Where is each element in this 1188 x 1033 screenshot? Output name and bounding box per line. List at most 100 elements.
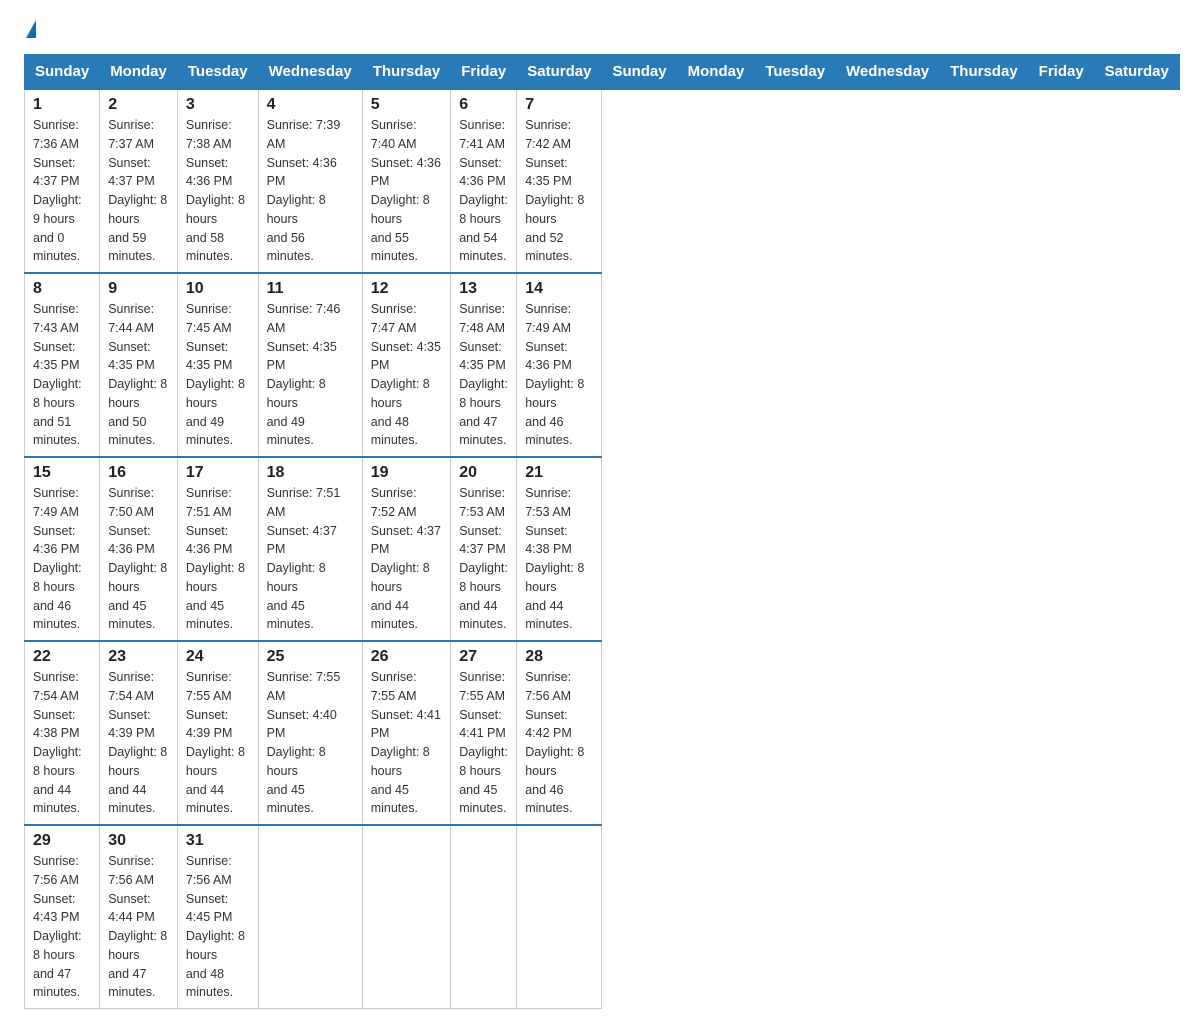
logo-triangle-icon	[26, 20, 36, 38]
calendar-day-cell: 3 Sunrise: 7:38 AMSunset: 4:36 PMDaylight…	[177, 89, 258, 273]
day-number: 13	[459, 280, 508, 298]
col-header-thursday: Thursday	[362, 55, 451, 90]
calendar-day-cell: 19 Sunrise: 7:52 AMSunset: 4:37 PMDayligh…	[362, 457, 451, 641]
day-info: Sunrise: 7:53 AMSunset: 4:38 PMDaylight:…	[525, 484, 593, 634]
calendar-day-cell: 23 Sunrise: 7:54 AMSunset: 4:39 PMDayligh…	[100, 641, 178, 825]
page-header	[24, 24, 1164, 42]
calendar-day-cell: 1Sunrise: 7:36 AMSunset: 4:37 PMDaylight…	[25, 89, 100, 273]
day-info: Sunrise: 7:39 AMSunset: 4:36 PMDaylight:…	[267, 116, 354, 266]
calendar-day-cell: 15 Sunrise: 7:49 AMSunset: 4:36 PMDayligh…	[25, 457, 100, 641]
day-number: 14	[525, 280, 593, 298]
day-number: 6	[459, 96, 508, 114]
day-info: Sunrise: 7:36 AMSunset: 4:37 PMDaylight:…	[33, 116, 91, 266]
col-header-tuesday: Tuesday	[755, 55, 836, 90]
day-number: 26	[371, 648, 443, 666]
empty-cell	[517, 825, 602, 1009]
calendar-day-cell: 30 Sunrise: 7:56 AMSunset: 4:44 PMDayligh…	[100, 825, 178, 1009]
empty-cell	[258, 825, 362, 1009]
day-number: 12	[371, 280, 443, 298]
calendar-day-cell: 20Sunrise: 7:53 AMSunset: 4:37 PMDayligh…	[451, 457, 517, 641]
day-info: Sunrise: 7:38 AMSunset: 4:36 PMDaylight:…	[186, 116, 250, 266]
calendar-day-cell: 8 Sunrise: 7:43 AMSunset: 4:35 PMDaylight…	[25, 273, 100, 457]
day-number: 9	[108, 280, 169, 298]
day-number: 4	[267, 96, 354, 114]
day-info: Sunrise: 7:54 AMSunset: 4:38 PMDaylight:…	[33, 668, 91, 818]
day-info: Sunrise: 7:55 AMSunset: 4:41 PMDaylight:…	[459, 668, 508, 818]
day-number: 23	[108, 648, 169, 666]
day-number: 30	[108, 832, 169, 850]
day-info: Sunrise: 7:52 AMSunset: 4:37 PMDaylight:…	[371, 484, 443, 634]
day-info: Sunrise: 7:51 AMSunset: 4:36 PMDaylight:…	[186, 484, 250, 634]
day-info: Sunrise: 7:48 AMSunset: 4:35 PMDaylight:…	[459, 300, 508, 450]
day-info: Sunrise: 7:41 AMSunset: 4:36 PMDaylight:…	[459, 116, 508, 266]
day-number: 2	[108, 96, 169, 114]
day-number: 29	[33, 832, 91, 850]
day-number: 28	[525, 648, 593, 666]
day-info: Sunrise: 7:37 AMSunset: 4:37 PMDaylight:…	[108, 116, 169, 266]
day-info: Sunrise: 7:45 AMSunset: 4:35 PMDaylight:…	[186, 300, 250, 450]
day-number: 27	[459, 648, 508, 666]
day-number: 24	[186, 648, 250, 666]
day-info: Sunrise: 7:50 AMSunset: 4:36 PMDaylight:…	[108, 484, 169, 634]
calendar-day-cell: 28 Sunrise: 7:56 AMSunset: 4:42 PMDayligh…	[517, 641, 602, 825]
day-info: Sunrise: 7:40 AMSunset: 4:36 PMDaylight:…	[371, 116, 443, 266]
day-number: 11	[267, 280, 354, 298]
day-info: Sunrise: 7:49 AMSunset: 4:36 PMDaylight:…	[525, 300, 593, 450]
col-header-friday: Friday	[451, 55, 517, 90]
day-info: Sunrise: 7:49 AMSunset: 4:36 PMDaylight:…	[33, 484, 91, 634]
calendar-day-cell: 11 Sunrise: 7:46 AMSunset: 4:35 PMDayligh…	[258, 273, 362, 457]
day-number: 19	[371, 464, 443, 482]
calendar-day-cell: 31 Sunrise: 7:56 AMSunset: 4:45 PMDayligh…	[177, 825, 258, 1009]
calendar-week-row: 22Sunrise: 7:54 AMSunset: 4:38 PMDayligh…	[25, 641, 1180, 825]
col-header-saturday: Saturday	[1094, 55, 1179, 90]
day-info: Sunrise: 7:43 AMSunset: 4:35 PMDaylight:…	[33, 300, 91, 450]
col-header-thursday: Thursday	[940, 55, 1029, 90]
calendar-week-row: 8 Sunrise: 7:43 AMSunset: 4:35 PMDaylight…	[25, 273, 1180, 457]
calendar-day-cell: 22Sunrise: 7:54 AMSunset: 4:38 PMDayligh…	[25, 641, 100, 825]
day-info: Sunrise: 7:44 AMSunset: 4:35 PMDaylight:…	[108, 300, 169, 450]
calendar-day-cell: 27 Sunrise: 7:55 AMSunset: 4:41 PMDayligh…	[451, 641, 517, 825]
calendar-table: SundayMondayTuesdayWednesdayThursdayFrid…	[24, 54, 1180, 1009]
calendar-day-cell: 24 Sunrise: 7:55 AMSunset: 4:39 PMDayligh…	[177, 641, 258, 825]
day-info: Sunrise: 7:55 AMSunset: 4:39 PMDaylight:…	[186, 668, 250, 818]
day-info: Sunrise: 7:51 AMSunset: 4:37 PMDaylight:…	[267, 484, 354, 634]
day-number: 25	[267, 648, 354, 666]
day-number: 16	[108, 464, 169, 482]
day-info: Sunrise: 7:56 AMSunset: 4:42 PMDaylight:…	[525, 668, 593, 818]
col-header-saturday: Saturday	[517, 55, 602, 90]
calendar-day-cell: 2 Sunrise: 7:37 AMSunset: 4:37 PMDaylight…	[100, 89, 178, 273]
logo	[24, 24, 36, 42]
day-number: 17	[186, 464, 250, 482]
empty-cell	[362, 825, 451, 1009]
calendar-week-row: 1Sunrise: 7:36 AMSunset: 4:37 PMDaylight…	[25, 89, 1180, 273]
day-number: 18	[267, 464, 354, 482]
day-info: Sunrise: 7:42 AMSunset: 4:35 PMDaylight:…	[525, 116, 593, 266]
day-number: 15	[33, 464, 91, 482]
calendar-day-cell: 9 Sunrise: 7:44 AMSunset: 4:35 PMDaylight…	[100, 273, 178, 457]
day-number: 3	[186, 96, 250, 114]
day-number: 31	[186, 832, 250, 850]
day-number: 10	[186, 280, 250, 298]
day-info: Sunrise: 7:56 AMSunset: 4:44 PMDaylight:…	[108, 852, 169, 1002]
col-header-wednesday: Wednesday	[258, 55, 362, 90]
day-info: Sunrise: 7:54 AMSunset: 4:39 PMDaylight:…	[108, 668, 169, 818]
calendar-day-cell: 12 Sunrise: 7:47 AMSunset: 4:35 PMDayligh…	[362, 273, 451, 457]
day-number: 5	[371, 96, 443, 114]
col-header-friday: Friday	[1028, 55, 1094, 90]
day-info: Sunrise: 7:47 AMSunset: 4:35 PMDaylight:…	[371, 300, 443, 450]
calendar-week-row: 15 Sunrise: 7:49 AMSunset: 4:36 PMDayligh…	[25, 457, 1180, 641]
calendar-day-cell: 13 Sunrise: 7:48 AMSunset: 4:35 PMDayligh…	[451, 273, 517, 457]
calendar-day-cell: 21Sunrise: 7:53 AMSunset: 4:38 PMDayligh…	[517, 457, 602, 641]
calendar-day-cell: 25Sunrise: 7:55 AMSunset: 4:40 PMDayligh…	[258, 641, 362, 825]
day-info: Sunrise: 7:56 AMSunset: 4:45 PMDaylight:…	[186, 852, 250, 1002]
calendar-day-cell: 10 Sunrise: 7:45 AMSunset: 4:35 PMDayligh…	[177, 273, 258, 457]
calendar-day-cell: 16 Sunrise: 7:50 AMSunset: 4:36 PMDayligh…	[100, 457, 178, 641]
day-info: Sunrise: 7:55 AMSunset: 4:41 PMDaylight:…	[371, 668, 443, 818]
col-header-wednesday: Wednesday	[836, 55, 940, 90]
col-header-sunday: Sunday	[25, 55, 100, 90]
day-info: Sunrise: 7:56 AMSunset: 4:43 PMDaylight:…	[33, 852, 91, 1002]
day-info: Sunrise: 7:46 AMSunset: 4:35 PMDaylight:…	[267, 300, 354, 450]
col-header-monday: Monday	[677, 55, 755, 90]
calendar-day-cell: 4 Sunrise: 7:39 AMSunset: 4:36 PMDaylight…	[258, 89, 362, 273]
day-number: 8	[33, 280, 91, 298]
